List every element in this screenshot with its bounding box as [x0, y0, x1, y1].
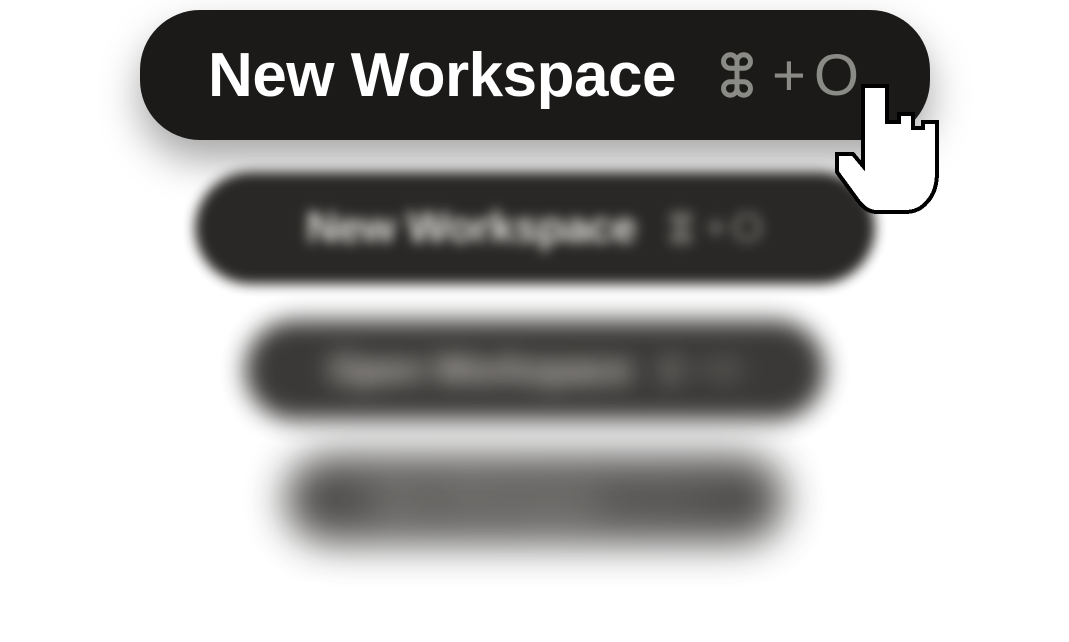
- keyboard-shortcut: + O: [662, 206, 762, 251]
- shortcut-plus: +: [657, 483, 673, 515]
- menu-item-label: New Workspace: [306, 203, 636, 253]
- menu-item-new-workspace-blurred[interactable]: New Workspace + O: [195, 172, 875, 284]
- keyboard-shortcut: + O: [710, 42, 861, 109]
- command-icon: [710, 48, 764, 102]
- shortcut-plus: +: [772, 42, 806, 109]
- shortcut-key: O: [676, 483, 698, 515]
- command-icon: [662, 209, 700, 247]
- menu-item-label: New Workspace: [371, 481, 609, 518]
- command-icon: [654, 354, 686, 386]
- shortcut-key: O: [814, 42, 861, 109]
- menu-item-new-workspace[interactable]: New Workspace + O: [140, 10, 930, 140]
- keyboard-shortcut: + O: [654, 351, 740, 390]
- menu-item-label: New Workspace: [208, 40, 676, 111]
- keyboard-shortcut: + O: [628, 483, 698, 515]
- shortcut-key: O: [714, 351, 740, 390]
- shortcut-key: O: [732, 206, 763, 251]
- shortcut-plus: +: [690, 351, 710, 390]
- stage: New Workspace + O New Workspace + O Open…: [0, 0, 1069, 642]
- menu-item-open-workspace-blurred[interactable]: Open Workspace + O: [245, 320, 825, 420]
- shortcut-plus: +: [704, 206, 727, 251]
- command-icon: [628, 486, 654, 512]
- menu-item-new-workspace-faded[interactable]: New Workspace + O: [285, 455, 785, 543]
- menu-item-label: Open Workspace: [329, 349, 632, 392]
